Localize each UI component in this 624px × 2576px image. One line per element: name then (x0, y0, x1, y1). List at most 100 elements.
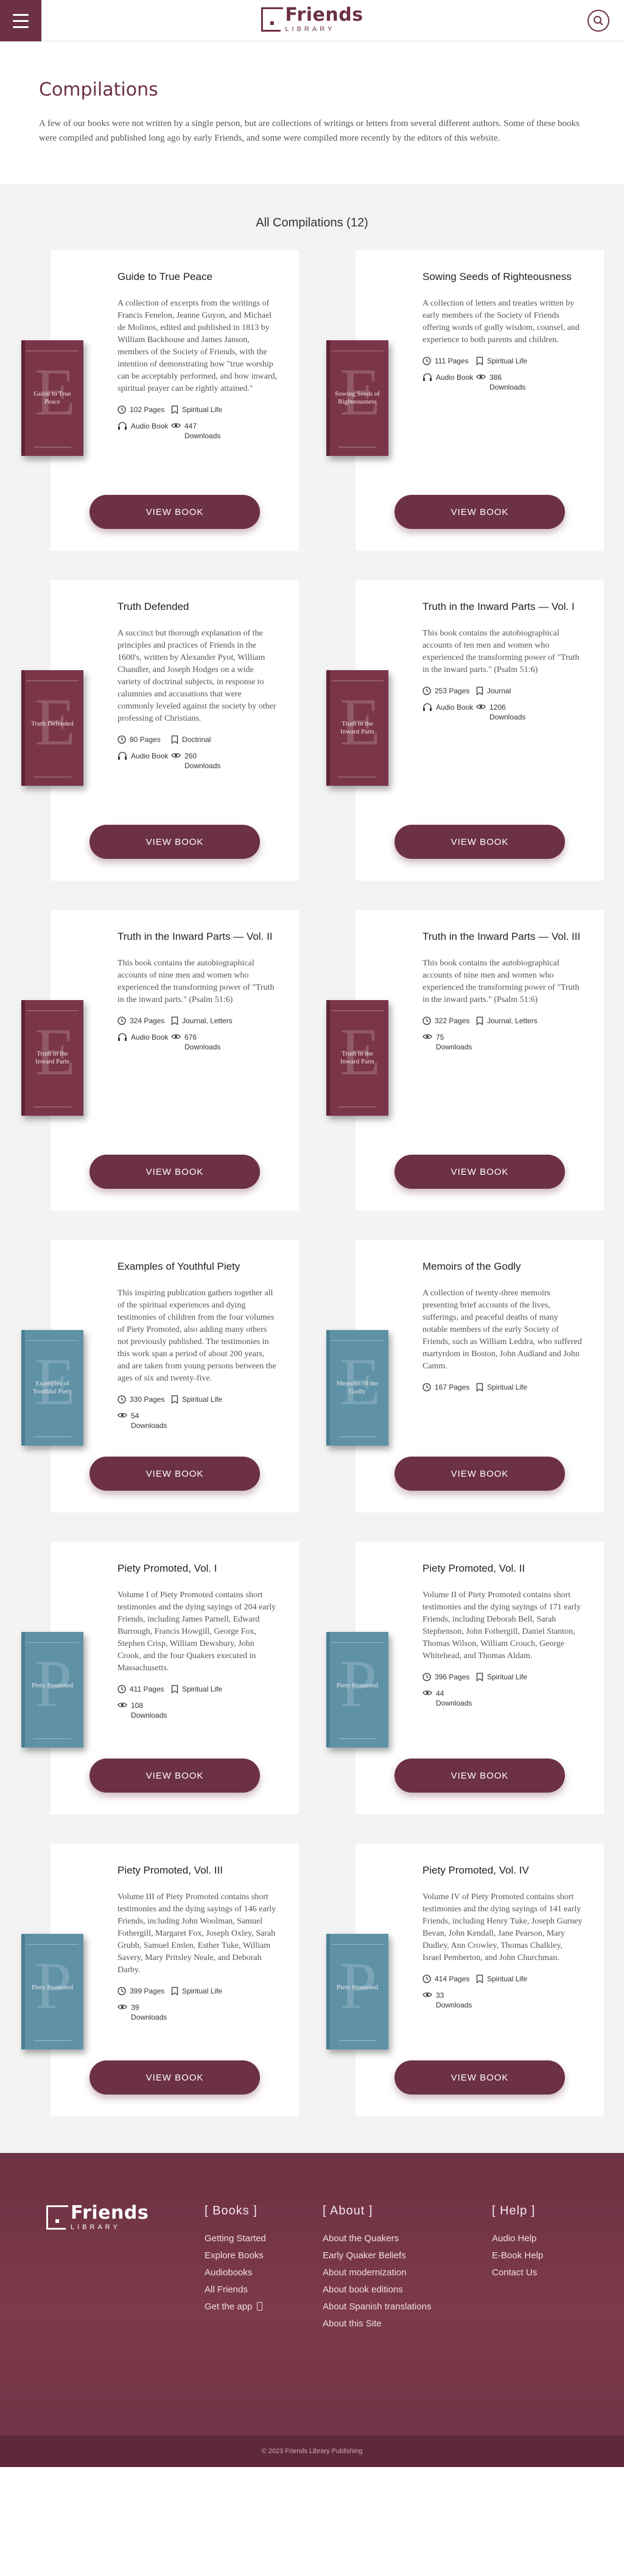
footer-link-book-editions[interactable]: About book editions (323, 2281, 492, 2298)
cover-rule (331, 675, 384, 681)
footer-link-getting-started[interactable]: Getting Started (205, 2230, 323, 2247)
book-cover[interactable]: E Memoirs of the Godly (326, 1330, 388, 1446)
download-count-text: 44 Downloads (436, 1689, 472, 1707)
book-tags: Spiritual Life (476, 1974, 583, 1986)
site-logo[interactable]: Friends LIBRARY (261, 6, 363, 33)
footer-about-column: [ About ] About the Quakers Early Quaker… (323, 2204, 492, 2333)
book-title[interactable]: Truth in the Inward Parts — Vol. III (422, 929, 583, 944)
book-cover[interactable]: E Sowing Seeds of Righteousness (326, 340, 388, 456)
book-meta: 167 Pages Spiritual Life (422, 1382, 583, 1394)
book-title[interactable]: Examples of Youthful Piety (117, 1259, 278, 1274)
view-book-button[interactable]: VIEW BOOK (394, 1155, 565, 1189)
view-book-button[interactable]: VIEW BOOK (394, 1457, 565, 1491)
cover-rule (338, 2040, 376, 2041)
search-button[interactable] (587, 10, 609, 32)
view-book-button[interactable]: VIEW BOOK (394, 1759, 565, 1793)
page-count: 80 Pages (117, 735, 171, 746)
view-book-button[interactable]: VIEW BOOK (394, 825, 565, 859)
book-tags: Spiritual Life (171, 1986, 278, 1998)
page-count: 396 Pages (422, 1672, 476, 1684)
book-title[interactable]: Piety Promoted, Vol. III (117, 1863, 278, 1878)
book-title[interactable]: Guide to True Peace (117, 270, 278, 284)
headphones-icon (422, 373, 432, 384)
footer-link-get-app[interactable]: Get the app (205, 2298, 323, 2315)
view-book-button[interactable]: VIEW BOOK (89, 495, 260, 529)
footer-link-contact[interactable]: Contact Us (492, 2264, 543, 2281)
bookmark-icon (476, 686, 483, 698)
audio-format: Audio Book (422, 702, 476, 722)
cover-title: Truth Defended (31, 720, 74, 727)
clock-icon (117, 1016, 126, 1027)
footer-link-all-friends[interactable]: All Friends (205, 2281, 323, 2298)
book-cover[interactable]: E Examples of Youthful Piety (21, 1330, 83, 1446)
phone-icon (257, 2302, 263, 2311)
eye-icon (117, 1411, 127, 1421)
book-grid: E Guide to True Peace Guide to True Peace A… (21, 250, 604, 2116)
bookmark-icon (171, 405, 178, 416)
logo-sub: LIBRARY (285, 26, 335, 33)
eye-icon (422, 1990, 432, 2001)
book-cover[interactable]: P Piety Promoted (326, 1934, 388, 2049)
book-cover[interactable]: P Piety Promoted (21, 1934, 83, 2049)
book-title[interactable]: Piety Promoted, Vol. IV (422, 1863, 583, 1878)
book-tags-text: Spiritual Life (182, 1685, 223, 1693)
footer-logo[interactable]: Friends LIBRARY (46, 2204, 205, 2231)
cover-rule (331, 345, 384, 351)
book-cover[interactable]: E Truth in the Inward Parts (326, 670, 388, 786)
footer-logo-name: Friends (71, 2202, 149, 2224)
footer-link-about-site[interactable]: About this Site (323, 2315, 492, 2333)
footer-link-early-beliefs[interactable]: Early Quaker Beliefs (323, 2247, 492, 2264)
book-card: E Guide to True Peace Guide to True Peace A… (21, 250, 299, 551)
download-count-text: 447 Downloads (184, 422, 221, 440)
view-book-button[interactable]: VIEW BOOK (89, 1155, 260, 1189)
cover-title: Examples of Youthful Piety (33, 1380, 72, 1395)
book-title[interactable]: Truth in the Inward Parts — Vol. I (422, 600, 583, 614)
bookmark-icon (476, 1016, 483, 1027)
book-cover[interactable]: P Piety Promoted (326, 1632, 388, 1748)
book-title[interactable]: Piety Promoted, Vol. II (422, 1561, 583, 1576)
view-book-button[interactable]: VIEW BOOK (89, 1759, 260, 1793)
footer-link-spanish[interactable]: About Spanish translations (323, 2298, 492, 2315)
page-count-text: 396 Pages (435, 1673, 470, 1681)
page-count: 111 Pages (422, 356, 476, 368)
book-description: A collection of letters and treaties wri… (422, 299, 580, 345)
view-book-button[interactable]: VIEW BOOK (89, 2060, 260, 2095)
clock-icon (117, 1395, 126, 1406)
footer-link-modernization[interactable]: About modernization (323, 2264, 492, 2281)
view-book-button[interactable]: VIEW BOOK (394, 495, 565, 529)
book-cover[interactable]: P Piety Promoted (21, 1632, 83, 1748)
book-cover[interactable]: E Truth in the Inward Parts (21, 1000, 83, 1116)
page-count: 102 Pages (117, 405, 171, 416)
footer-link-audiobooks[interactable]: Audiobooks (205, 2264, 323, 2281)
download-count: 108 Downloads (117, 1701, 171, 1720)
book-title[interactable]: Truth in the Inward Parts — Vol. II (117, 929, 278, 944)
book-title[interactable]: Sowing Seeds of Righteousness (422, 270, 583, 284)
book-title[interactable]: Memoirs of the Godly (422, 1259, 583, 1274)
view-book-button[interactable]: VIEW BOOK (89, 825, 260, 859)
view-book-button[interactable]: VIEW BOOK (89, 1457, 260, 1491)
menu-button[interactable] (0, 0, 41, 41)
book-description: A collection of twenty-three memoirs pre… (422, 1289, 582, 1371)
site-header: Friends LIBRARY (0, 0, 624, 41)
audio-format-text: Audio Book (436, 703, 474, 712)
book-title[interactable]: Piety Promoted, Vol. I (117, 1561, 278, 1576)
book-cover[interactable]: E Guide to True Peace (21, 340, 83, 456)
footer-link-audio-help[interactable]: Audio Help (492, 2230, 543, 2247)
cover-rule (331, 1637, 384, 1643)
page-title: Compilations (39, 79, 158, 100)
download-count-text: 260 Downloads (184, 752, 221, 770)
footer-link-ebook-help[interactable]: E-Book Help (492, 2247, 543, 2264)
page-count-text: 80 Pages (130, 735, 161, 744)
footer-link-about-quakers[interactable]: About the Quakers (323, 2230, 492, 2247)
book-title[interactable]: Truth Defended (117, 600, 278, 614)
hamburger-icon-line (13, 19, 29, 22)
footer-link-explore-books[interactable]: Explore Books (205, 2247, 323, 2264)
book-meta: 111 Pages Spiritual Life Audio Book 386 Dow… (422, 356, 583, 392)
clock-icon (422, 1672, 431, 1684)
book-meta: 330 Pages Spiritual Life 54 Downloads (117, 1395, 278, 1430)
cover-rule (26, 1005, 79, 1011)
book-cover[interactable]: E Truth Defended (21, 670, 83, 786)
view-book-button[interactable]: VIEW BOOK (394, 2060, 565, 2095)
eye-icon (171, 1032, 181, 1043)
book-cover[interactable]: E Truth in the Inward Parts (326, 1000, 388, 1116)
